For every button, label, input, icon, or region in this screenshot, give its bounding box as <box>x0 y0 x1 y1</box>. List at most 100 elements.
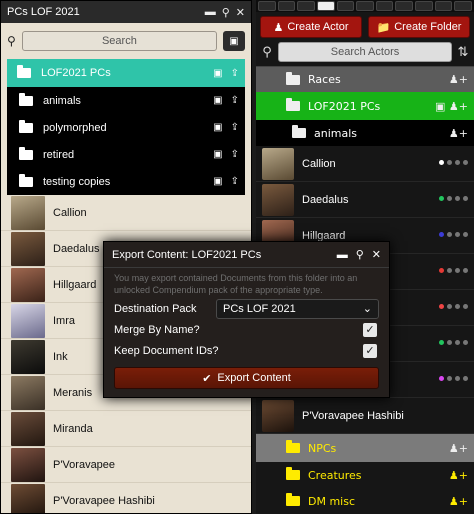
folder-dm-misc[interactable]: DM misc ♟+ <box>256 488 474 514</box>
export-content-button[interactable]: ✔ Export Content <box>114 367 379 389</box>
folder-open-icon <box>17 65 31 78</box>
list-item[interactable]: Callion <box>1 195 251 231</box>
add-actor-icon[interactable]: ♟+ <box>449 495 468 508</box>
window-header[interactable]: PCs LOF 2021 ▬ ⚲ ✕ <box>1 1 251 23</box>
actor-row[interactable]: Callion <box>256 146 474 182</box>
check-icon: ✔ <box>202 372 212 385</box>
tab-combat[interactable] <box>277 1 296 11</box>
tab-playlists[interactable] <box>415 1 433 11</box>
actor-search-input[interactable]: Search Actors <box>278 42 452 62</box>
destination-pack-row: Destination Pack PCs LOF 2021 ⌄ <box>114 298 379 319</box>
folder-icon <box>19 146 33 160</box>
ownership-dots <box>439 268 468 273</box>
list-item[interactable]: P'Voravapee <box>1 447 251 483</box>
destination-pack-select[interactable]: PCs LOF 2021 ⌄ <box>216 298 379 319</box>
create-folder-button[interactable]: 📁 Create Folder <box>368 16 470 38</box>
ownership-dots <box>439 304 468 309</box>
tab-compendium[interactable] <box>434 1 453 11</box>
folder-icon <box>286 493 300 506</box>
actor-portrait <box>262 399 294 432</box>
add-actor-icon[interactable]: ♟+ <box>449 442 468 455</box>
actor-portrait <box>11 375 45 410</box>
folder-polymorphed[interactable]: polymorphed ▣ ⇪ <box>7 114 245 141</box>
export-icon[interactable]: ⇪ <box>231 68 239 79</box>
actor-portrait <box>11 411 45 446</box>
window-title: PCs LOF 2021 <box>7 6 80 18</box>
actor-portrait <box>11 483 45 513</box>
tab-cards[interactable] <box>395 1 414 11</box>
tab-scenes[interactable] <box>297 1 315 11</box>
dialog-header[interactable]: Export Content: LOF2021 PCs ▬ ⚲ ✕ <box>104 242 389 268</box>
folder-animals[interactable]: animals ▣ ⇪ <box>7 87 245 114</box>
folder-animals[interactable]: animals ♟+ <box>256 120 474 146</box>
dialog-hint: You may export contained Documents from … <box>114 273 358 295</box>
list-item[interactable]: P'Voravapee Hashibi <box>1 483 251 513</box>
folder-retired[interactable]: retired ▣ ⇪ <box>7 141 245 168</box>
folder-lof2021-pcs[interactable]: LOF2021 PCs ▣ ♟+ <box>256 92 474 120</box>
actor-portrait <box>11 267 45 302</box>
close-icon[interactable]: ✕ <box>372 248 381 261</box>
folder-icon <box>286 71 300 85</box>
tab-chat[interactable] <box>258 1 276 11</box>
export-content-dialog: Export Content: LOF2021 PCs ▬ ⚲ ✕ You ma… <box>103 241 390 398</box>
add-actor-icon[interactable]: ♟+ <box>449 73 468 86</box>
create-subfolder-icon[interactable]: ▣ <box>213 176 222 187</box>
actor-portrait <box>11 447 45 482</box>
create-subfolder-icon[interactable]: ▣ <box>213 149 222 160</box>
add-actor-icon[interactable]: ♟+ <box>449 127 468 140</box>
create-folder-button[interactable]: ▣ <box>223 31 245 51</box>
actor-portrait <box>262 183 294 216</box>
tab-tables[interactable] <box>375 1 394 11</box>
folder-icon <box>19 173 33 187</box>
folder-races[interactable]: Races ♟+ <box>256 66 474 92</box>
sidebar-tabs <box>256 0 474 12</box>
folder-icon <box>286 467 300 480</box>
sort-icon[interactable]: ⇅ <box>456 45 470 60</box>
add-actor-icon[interactable]: ♟+ <box>449 469 468 482</box>
actor-row[interactable]: Daedalus <box>256 182 474 218</box>
ownership-dots <box>439 232 468 237</box>
actor-portrait <box>262 147 294 180</box>
search-icon: ⚲ <box>7 34 16 48</box>
folder-lof2021-pcs[interactable]: LOF2021 PCs ▣ ⇪ <box>7 59 245 87</box>
folder-actions-icon[interactable]: ▣ ♟+ <box>435 100 468 113</box>
folder-plus-icon: ▣ <box>229 35 239 47</box>
ownership-dots <box>439 160 468 165</box>
export-icon[interactable]: ⇪ <box>231 95 239 106</box>
tab-actors[interactable] <box>316 1 335 11</box>
check-icon: ✓ <box>365 324 375 336</box>
close-icon[interactable]: ✕ <box>236 6 245 19</box>
folder-icon <box>19 119 33 133</box>
actor-portrait <box>11 339 45 374</box>
search-icon: ⚲ <box>262 44 272 60</box>
export-icon[interactable]: ⇪ <box>231 176 239 187</box>
list-item[interactable]: Miranda <box>1 411 251 447</box>
folder-icon: 📁 <box>376 21 391 34</box>
tab-settings[interactable] <box>454 1 473 11</box>
tab-journal[interactable] <box>356 1 374 11</box>
actor-portrait <box>11 231 45 266</box>
create-subfolder-icon[interactable]: ▣ <box>213 95 222 106</box>
minimize-icon[interactable]: ▬ <box>205 6 216 18</box>
create-actor-button[interactable]: ♟ Create Actor <box>260 16 362 38</box>
ownership-dots <box>439 376 468 381</box>
folder-testing-copies[interactable]: testing copies ▣ ⇪ <box>7 168 245 195</box>
folder-npcs[interactable]: NPCs ♟+ <box>256 434 474 462</box>
ownership-dots <box>439 196 468 201</box>
pin-icon[interactable]: ⚲ <box>356 248 364 261</box>
keep-ids-checkbox[interactable]: ✓ <box>363 343 377 358</box>
search-input[interactable]: Search <box>21 31 217 51</box>
folder-icon <box>19 92 33 106</box>
export-icon[interactable]: ⇪ <box>231 122 239 133</box>
actor-row[interactable]: P'Voravapee Hashibi <box>256 398 474 434</box>
create-subfolder-icon[interactable]: ▣ <box>213 122 222 133</box>
ownership-dots <box>439 340 468 345</box>
pin-icon[interactable]: ⚲ <box>222 6 230 19</box>
tab-items[interactable] <box>336 1 355 11</box>
minimize-icon[interactable]: ▬ <box>337 249 348 261</box>
export-icon[interactable]: ⇪ <box>231 149 239 160</box>
chevron-down-icon: ⌄ <box>362 303 372 315</box>
merge-by-name-checkbox[interactable]: ✓ <box>363 322 377 337</box>
create-subfolder-icon[interactable]: ▣ <box>213 68 222 79</box>
folder-creatures[interactable]: Creatures ♟+ <box>256 462 474 488</box>
